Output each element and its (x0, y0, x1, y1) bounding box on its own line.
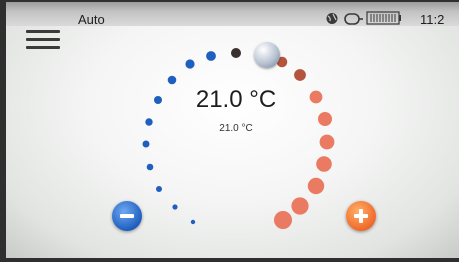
dial-dot-cold (190, 219, 196, 225)
dial-dot-cold (156, 186, 162, 192)
dial-dot-current (231, 48, 241, 58)
dial-dot-warm (318, 112, 332, 126)
dial-dot-cold (145, 118, 153, 126)
thermostat-screen: Auto 11:2 21.0 °C 21.0 °C (6, 2, 459, 258)
dial-dot-cold (185, 59, 195, 69)
plus-icon (359, 209, 363, 223)
dial-dot-cold (167, 75, 177, 85)
dial-knob[interactable] (254, 42, 280, 68)
current-temperature: 21.0 °C (219, 123, 253, 134)
dial-dot-warm (309, 90, 323, 104)
dial-dot-warm (319, 134, 335, 150)
dial-dot-cold (206, 51, 216, 61)
dial-dot-cold (154, 96, 162, 104)
dial-dot-warm (316, 156, 332, 172)
dial-dot-cold (142, 140, 150, 148)
dial-dot-warm (307, 177, 325, 195)
dial-dot-cold (172, 204, 178, 210)
increase-button[interactable] (346, 201, 376, 231)
dial-dot-warm (294, 69, 306, 81)
setpoint-temperature: 21.0 °C (195, 86, 277, 113)
minus-icon (120, 214, 134, 218)
decrease-button[interactable] (112, 201, 142, 231)
dial-dot-warm (274, 211, 292, 229)
dial-dot-cold (146, 163, 154, 171)
dial-dot-warm (291, 197, 309, 215)
